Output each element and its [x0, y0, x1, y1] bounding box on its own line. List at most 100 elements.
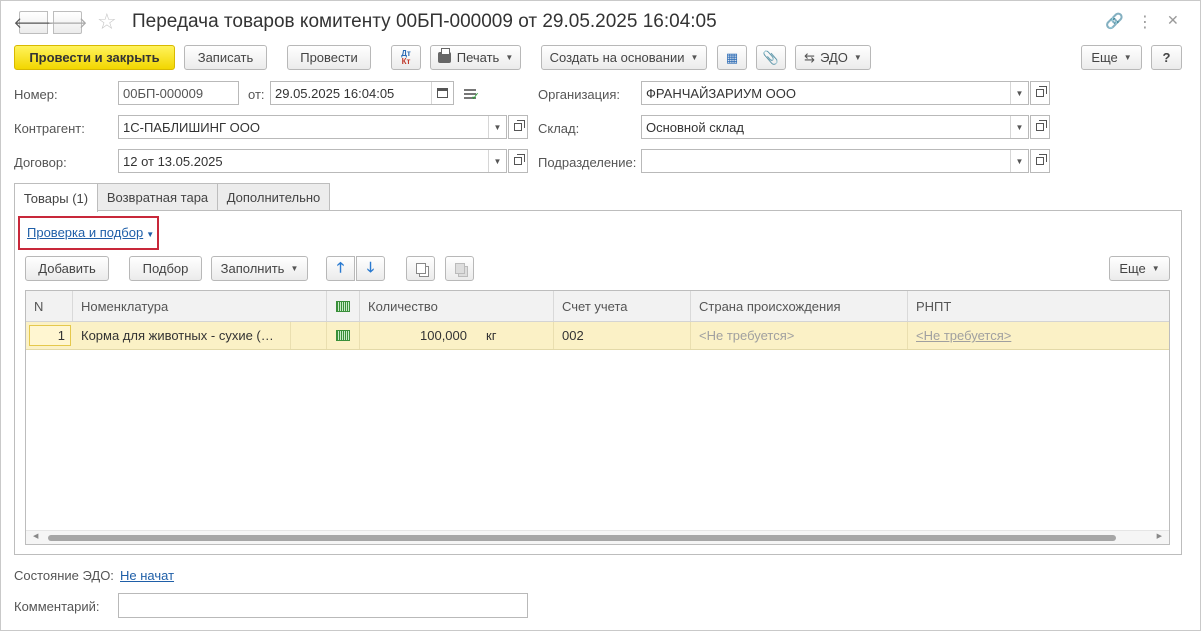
add-label: Добавить [38, 261, 96, 276]
row-quantity-cell[interactable]: 100,000 кг [360, 322, 554, 349]
edo-icon: ⇆ [804, 49, 816, 65]
column-account-label: Счет учета [562, 298, 628, 314]
tab-additional[interactable]: Дополнительно [217, 183, 330, 211]
horizontal-scrollbar[interactable]: ◀ ▶ [26, 530, 1169, 544]
chevron-down-icon: ▼ [290, 264, 299, 273]
edo-label: ЭДО [820, 50, 848, 65]
scroll-right-icon[interactable]: ▶ [1157, 532, 1162, 540]
row-account-cell[interactable]: 002 [554, 322, 691, 349]
contract-label: Договор: [14, 155, 67, 170]
row-rnpt-cell[interactable]: <Не требуется> [908, 322, 1169, 349]
scrollbar-thumb[interactable] [48, 535, 1116, 541]
column-quantity[interactable]: Количество [360, 291, 554, 321]
column-rnpt[interactable]: РНПТ [908, 291, 1169, 321]
date-field[interactable]: 29.05.2025 16:04:05 [270, 81, 454, 105]
save-button[interactable]: Записать [184, 45, 267, 70]
tab-goods[interactable]: Товары (1) [14, 183, 98, 212]
back-button[interactable]: 🡐 [13, 11, 54, 34]
chevron-down-icon[interactable]: ▼ [1010, 82, 1028, 104]
chevron-down-icon[interactable]: ▼ [1010, 150, 1028, 172]
add-button[interactable]: Добавить [25, 256, 109, 281]
save-label: Записать [197, 50, 254, 65]
scroll-left-icon[interactable]: ◀ [33, 532, 38, 540]
column-marking[interactable] [327, 291, 360, 321]
move-up-button[interactable]: 🡑 [326, 256, 355, 281]
goods-more-button[interactable]: Еще ▼ [1109, 256, 1170, 281]
print-button[interactable]: Печать ▼ [430, 45, 521, 70]
number-field[interactable]: 00БП-000009 [118, 81, 239, 105]
more-dots-icon[interactable]: ⋮ [1137, 12, 1153, 32]
post-button[interactable]: Провести [287, 45, 371, 70]
favorite-star-icon[interactable]: ☆ [97, 9, 117, 35]
help-label: ? [1162, 50, 1171, 65]
forward-button[interactable]: 🡒 [47, 11, 88, 34]
hierarchy-icon: ▦ [725, 49, 739, 65]
printer-icon [437, 48, 451, 63]
contractor-label: Контрагент: [14, 121, 85, 136]
column-nomenclature[interactable]: Номенклатура [73, 291, 327, 321]
chevron-down-icon: ▼ [690, 53, 699, 62]
open-contractor-icon[interactable] [508, 115, 528, 139]
dt-kt-button[interactable]: Дт Кт [391, 45, 421, 70]
document-status-icon[interactable]: ✓ [464, 87, 480, 103]
column-account[interactable]: Счет учета [554, 291, 691, 321]
goods-table[interactable]: N Номенклатура Количество Счет учета Стр… [25, 290, 1170, 545]
organization-field[interactable]: ФРАНЧАЙЗАРИУМ ООО ▼ [641, 81, 1029, 105]
create-based-button[interactable]: Создать на основании ▼ [541, 45, 707, 70]
help-button[interactable]: ? [1151, 45, 1182, 70]
open-contract-icon[interactable] [508, 149, 528, 173]
contractor-field[interactable]: 1С-ПАБЛИШИНГ ООО ▼ [118, 115, 507, 139]
row-n-cell[interactable]: 1 [26, 322, 73, 349]
row-nomenclature-cell[interactable]: Корма для животных - сухие (… [73, 322, 291, 349]
attach-button[interactable]: 📎 [756, 45, 786, 70]
row-country-cell[interactable]: <Не требуется> [691, 322, 908, 349]
chevron-down-icon: ▼ [1123, 53, 1132, 62]
more-button[interactable]: Еще ▼ [1081, 45, 1142, 70]
row-marking-cell[interactable] [327, 322, 360, 349]
comment-input[interactable] [118, 593, 528, 618]
chevron-down-icon: ▼ [853, 53, 862, 62]
close-icon[interactable]: ✕ [1167, 12, 1179, 29]
row-extra-cell[interactable] [291, 322, 327, 349]
contract-field[interactable]: 12 от 13.05.2025 ▼ [118, 149, 507, 173]
calendar-icon[interactable] [431, 82, 453, 104]
column-rnpt-label: РНПТ [916, 298, 952, 314]
chevron-down-icon[interactable]: ▼ [488, 116, 506, 138]
structure-button[interactable]: ▦ [717, 45, 747, 70]
print-label: Печать [456, 50, 500, 65]
table-row[interactable]: 1 Корма для животных - сухие (… 100,000 … [26, 322, 1169, 350]
organization-value: ФРАНЧАЙЗАРИУМ ООО [646, 85, 796, 101]
select-button[interactable]: Подбор [129, 256, 202, 281]
dt-kt-icon: Дт Кт [401, 49, 411, 66]
check-and-select-link[interactable]: Проверка и подбор ▼ [27, 225, 154, 240]
paste-icon [454, 263, 465, 274]
copy-rows-button[interactable] [406, 256, 435, 281]
more-label: Еще [1091, 50, 1118, 65]
move-down-button[interactable]: 🡓 [356, 256, 385, 281]
chevron-down-icon[interactable]: ▼ [488, 150, 506, 172]
edo-state-link[interactable]: Не начат [120, 568, 174, 583]
chevron-down-icon[interactable]: ▼ [1010, 116, 1028, 138]
division-field[interactable]: ▼ [641, 149, 1029, 173]
open-organization-icon[interactable] [1030, 81, 1050, 105]
row-rnpt-link[interactable]: <Не требуется> [916, 328, 1011, 343]
number-label: Номер: [14, 87, 58, 102]
title-bar: 🡐 🡒 ☆ Передача товаров комитенту 00БП-00… [1, 1, 1201, 43]
edo-button[interactable]: ⇆ ЭДО ▼ [795, 45, 871, 70]
tab-returnable-containers[interactable]: Возвратная тара [97, 183, 218, 211]
arrow-right-icon: 🡒 [47, 15, 88, 32]
post-and-close-button[interactable]: Провести и закрыть [14, 45, 175, 70]
column-n[interactable]: N [26, 291, 73, 321]
open-warehouse-icon[interactable] [1030, 115, 1050, 139]
link-icon[interactable]: 🔗 [1105, 12, 1124, 30]
column-country[interactable]: Страна происхождения [691, 291, 908, 321]
create-based-label: Создать на основании [549, 50, 685, 65]
fill-button[interactable]: Заполнить ▼ [211, 256, 308, 281]
goods-more-label: Еще [1119, 261, 1146, 276]
open-division-icon[interactable] [1030, 149, 1050, 173]
arrow-down-icon: 🡓 [366, 258, 375, 275]
warehouse-field[interactable]: Основной склад ▼ [641, 115, 1029, 139]
contract-value: 12 от 13.05.2025 [123, 153, 223, 169]
paste-rows-button[interactable] [445, 256, 474, 281]
organization-label: Организация: [538, 87, 621, 102]
